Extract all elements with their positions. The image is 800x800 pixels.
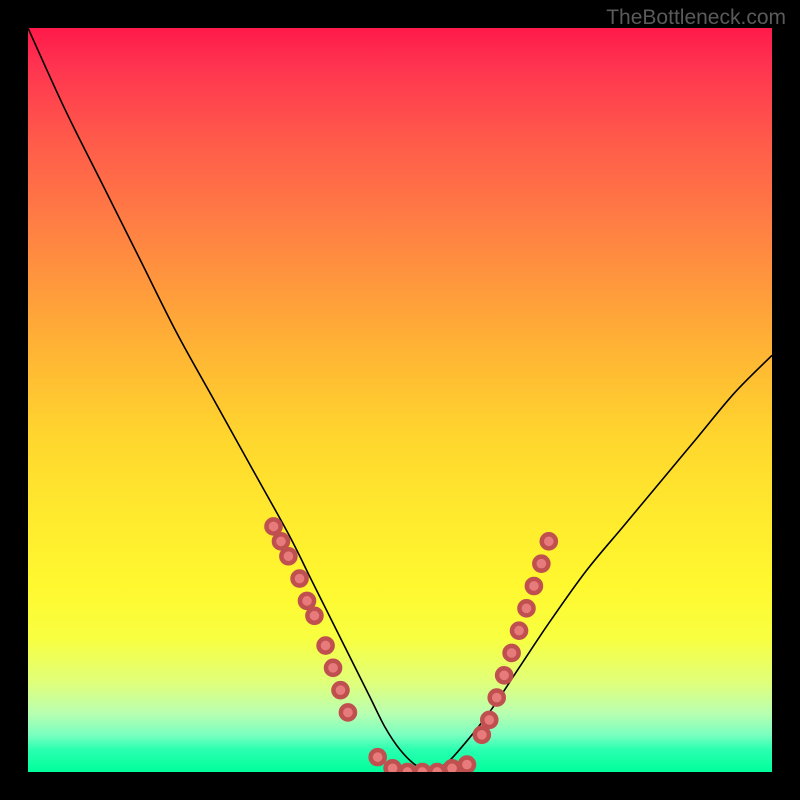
data-marker (475, 728, 489, 742)
marker-cluster-right (475, 534, 556, 742)
data-marker (542, 534, 556, 548)
data-marker (300, 594, 314, 608)
data-marker (307, 609, 321, 623)
plot-area (28, 28, 772, 772)
data-marker (497, 668, 511, 682)
curve-svg (28, 28, 772, 772)
data-marker (274, 534, 288, 548)
marker-cluster-bottom (371, 750, 474, 772)
data-marker (445, 761, 459, 772)
data-marker (292, 571, 306, 585)
data-marker (527, 579, 541, 593)
chart-container: TheBottleneck.com (0, 0, 800, 800)
data-marker (326, 661, 340, 675)
data-marker (385, 761, 399, 772)
data-marker (482, 713, 496, 727)
data-marker (430, 765, 444, 772)
data-marker (534, 557, 548, 571)
data-marker (512, 624, 526, 638)
watermark-text: TheBottleneck.com (606, 6, 786, 30)
marker-cluster-left (266, 519, 355, 719)
data-marker (505, 646, 519, 660)
data-marker (341, 705, 355, 719)
data-marker (400, 765, 414, 772)
data-marker (415, 765, 429, 772)
data-marker (333, 683, 347, 697)
data-marker (490, 691, 504, 705)
data-marker (319, 638, 333, 652)
data-marker (266, 519, 280, 533)
curve-layer (28, 28, 772, 772)
bottleneck-curve (28, 28, 772, 772)
data-marker (519, 601, 533, 615)
data-marker (460, 757, 474, 771)
data-marker (281, 549, 295, 563)
data-marker (371, 750, 385, 764)
